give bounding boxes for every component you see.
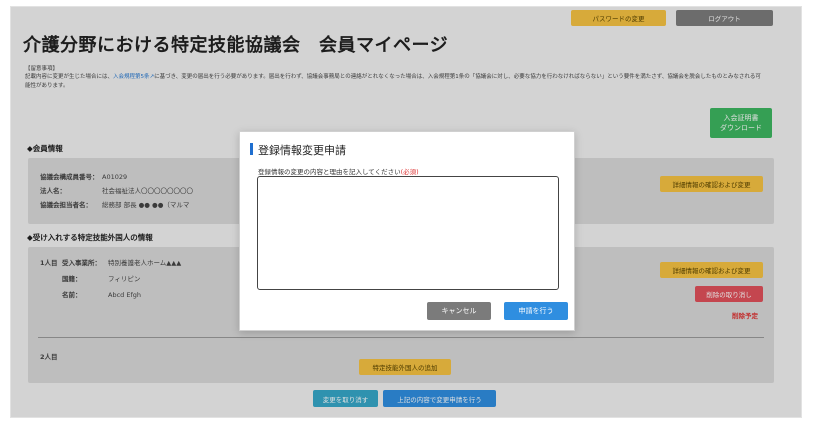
modal-submit-button[interactable]: 申請を行う	[504, 302, 568, 320]
modal-label-text: 登録情報の変更の内容と理由を記入してください	[258, 168, 401, 176]
modal-title: 登録情報変更申請	[258, 144, 346, 157]
modal-title-accent	[250, 143, 253, 155]
modal-cancel-button[interactable]: キャンセル	[427, 302, 491, 320]
required-mark: (必須)	[400, 168, 419, 176]
modal-field-label: 登録情報の変更の内容と理由を記入してください(必須)	[258, 166, 419, 176]
change-request-modal: 登録情報変更申請 登録情報の変更の内容と理由を記入してください(必須) キャンセ…	[239, 131, 575, 331]
change-reason-textarea[interactable]	[257, 176, 559, 290]
